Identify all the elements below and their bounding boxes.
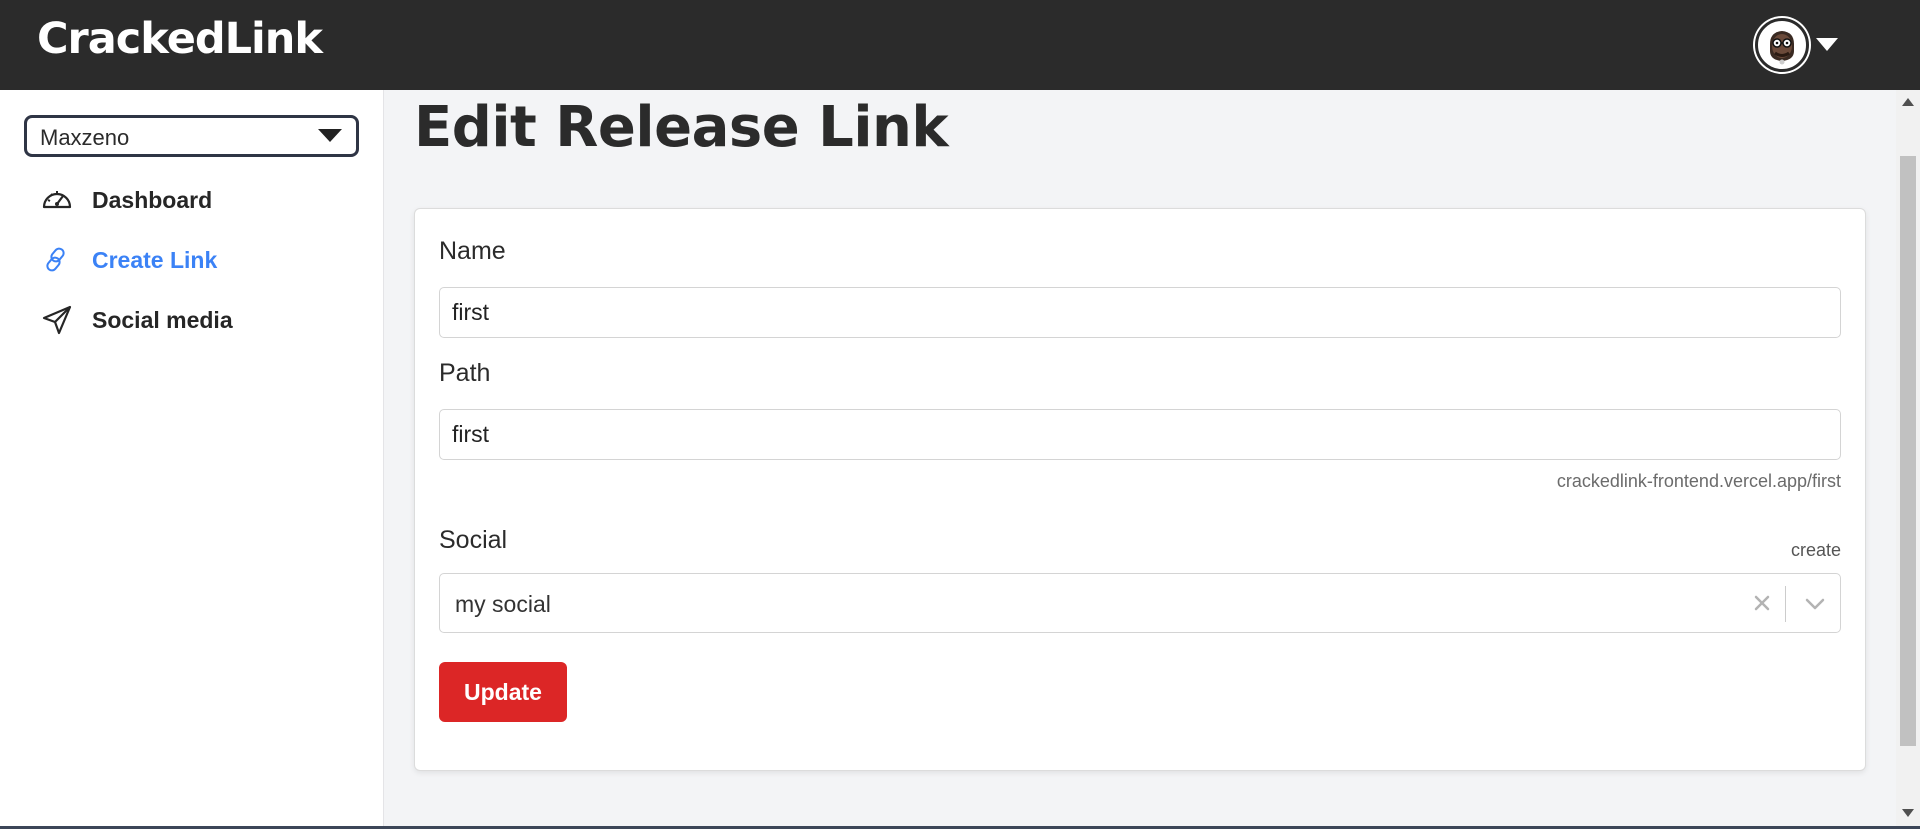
edit-form-card: Name Path crackedlink-frontend.vercel.ap…: [414, 208, 1866, 771]
clear-icon[interactable]: [1752, 593, 1772, 613]
social-select-value: my social: [455, 591, 551, 617]
sidebar-item-label: Create Link: [92, 246, 218, 273]
link-icon: [40, 243, 74, 277]
sidebar-item-social-media[interactable]: Social media: [40, 300, 233, 340]
select-separator: [1785, 586, 1786, 622]
create-social-link[interactable]: create: [1791, 540, 1841, 561]
gauge-icon: [40, 183, 74, 217]
name-label: Name: [439, 237, 506, 265]
path-url-hint: crackedlink-frontend.vercel.app/first: [1556, 471, 1841, 491]
name-input[interactable]: [439, 287, 1841, 338]
sidebar-item-create-link[interactable]: Create Link: [40, 240, 217, 280]
avatar-icon: [1762, 25, 1802, 65]
caret-down-icon[interactable]: [1816, 38, 1838, 52]
sidebar: Maxzeno Dashboard Create Link Social med…: [0, 90, 384, 829]
sidebar-item-dashboard[interactable]: Dashboard: [40, 180, 212, 220]
scroll-up-icon[interactable]: [1902, 98, 1914, 106]
social-select[interactable]: my social: [439, 573, 1841, 633]
send-icon: [40, 303, 74, 337]
avatar[interactable]: [1755, 18, 1809, 72]
update-button[interactable]: Update: [439, 662, 567, 722]
chevron-down-icon[interactable]: [1804, 597, 1826, 611]
path-label: Path: [439, 359, 491, 387]
caret-down-icon: [318, 129, 342, 142]
social-label: Social: [439, 526, 508, 554]
scroll-down-icon[interactable]: [1902, 809, 1914, 817]
project-select[interactable]: Maxzeno: [24, 115, 359, 157]
page-title: Edit Release Link: [414, 95, 949, 160]
scroll-thumb[interactable]: [1900, 156, 1916, 746]
sidebar-item-label: Social media: [92, 306, 233, 333]
scrollbar[interactable]: [1896, 90, 1920, 829]
path-input[interactable]: [439, 409, 1841, 460]
project-select-value: Maxzeno: [40, 125, 130, 150]
brand-logo[interactable]: CrackedLink: [37, 14, 323, 64]
top-bar: CrackedLink: [0, 0, 1920, 90]
sidebar-item-label: Dashboard: [92, 186, 213, 213]
